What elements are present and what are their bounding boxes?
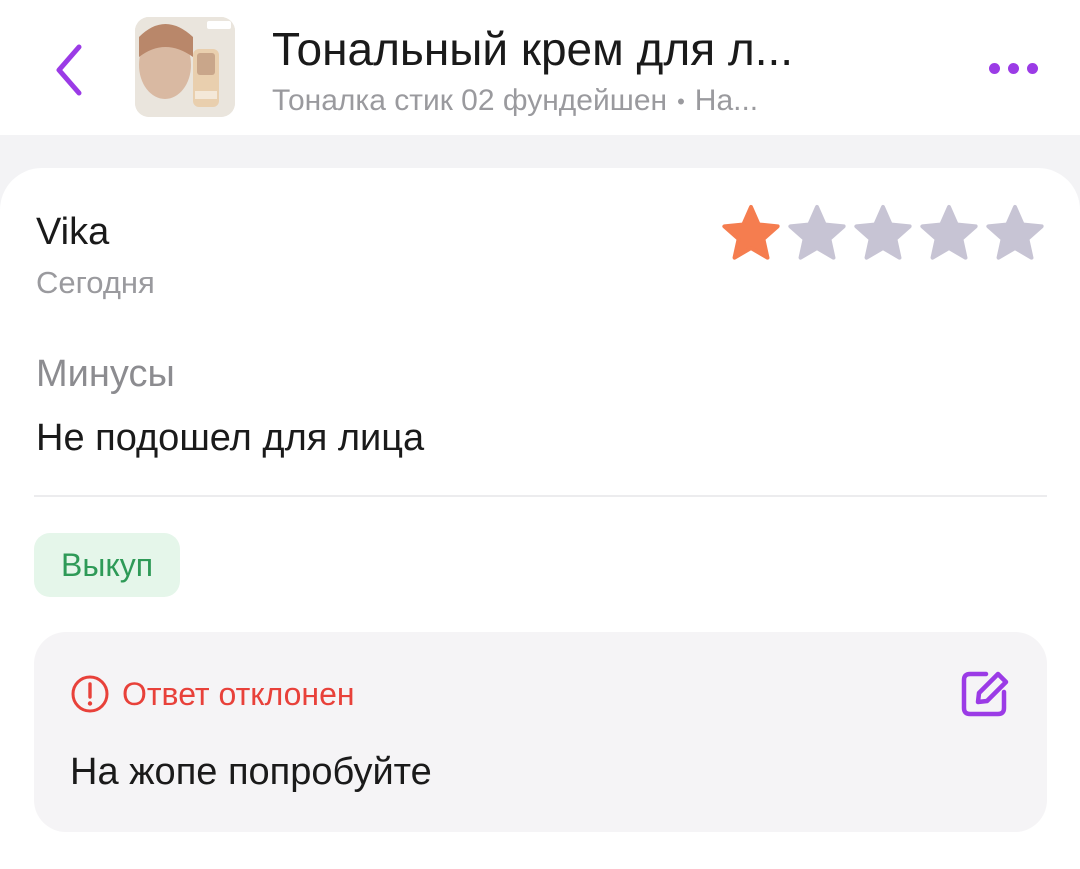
reply-status-text: Ответ отклонен (122, 675, 355, 712)
alert-circle-icon (71, 675, 109, 713)
review-date: Сегодня (36, 265, 155, 300)
product-thumbnail[interactable] (135, 17, 235, 117)
star-rating (720, 202, 1046, 264)
product-subtitle: Тоналка стик 02 фундейшен • На... (272, 83, 952, 120)
purchase-badge: Выкуп (34, 533, 180, 597)
star-empty-icon (986, 205, 1044, 260)
cons-label: Минусы (36, 353, 175, 395)
product-image (135, 17, 235, 117)
subtitle-separator: • (677, 89, 685, 115)
more-dot (1026, 62, 1038, 74)
product-title: Тональный крем для л... (272, 23, 794, 75)
edit-icon (961, 671, 1009, 717)
review-card: Vika Сегодня Минусы Не подошел для лица … (0, 168, 1080, 869)
seller-reply: Ответ отклонен На жопе попробуйте (34, 632, 1047, 832)
more-dot (1007, 62, 1019, 74)
review-author: Vika (36, 211, 110, 253)
more-dot (988, 62, 1000, 74)
back-button[interactable] (44, 40, 94, 100)
edit-reply-button[interactable] (956, 666, 1012, 722)
star-empty-icon (788, 205, 846, 260)
reply-text: На жопе попробуйте (70, 751, 432, 793)
star-empty-icon (920, 205, 978, 260)
subtitle-tail: На... (694, 84, 759, 117)
variant-name: Тоналка стик 02 фундейшен (272, 84, 668, 117)
reply-status: Ответ отклонен (70, 674, 355, 714)
divider (34, 495, 1047, 497)
star-empty-icon (854, 205, 912, 260)
top-bar: Тональный крем для л... Тоналка стик 02 … (0, 0, 1080, 135)
star-filled-icon (722, 205, 780, 260)
cons-text: Не подошел для лица (36, 417, 425, 459)
more-button[interactable] (982, 52, 1044, 84)
chevron-left-icon (56, 44, 82, 96)
